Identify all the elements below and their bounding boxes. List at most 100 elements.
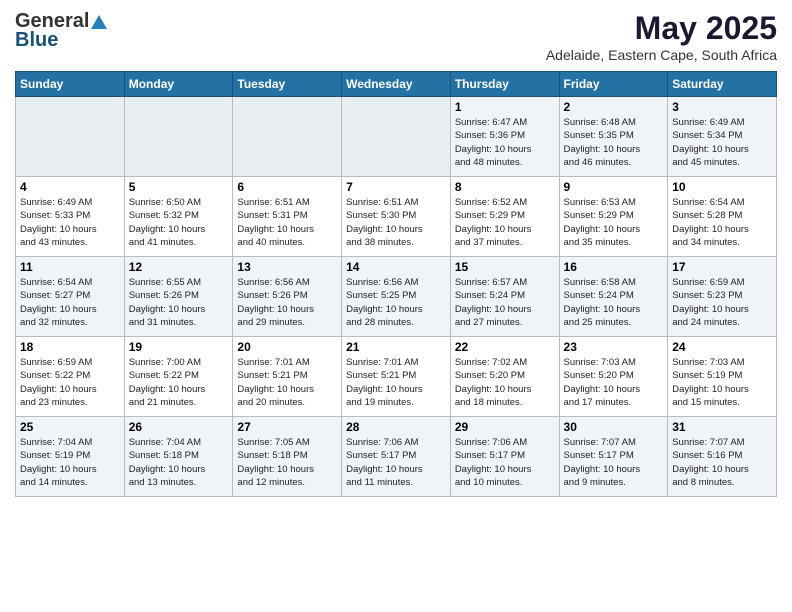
day-info: Sunrise: 6:56 AM Sunset: 5:25 PM Dayligh… (346, 276, 446, 329)
calendar-subtitle: Adelaide, Eastern Cape, South Africa (546, 47, 777, 63)
weekday-header-sunday: Sunday (16, 72, 125, 97)
calendar-cell: 10Sunrise: 6:54 AM Sunset: 5:28 PM Dayli… (668, 177, 777, 257)
calendar-week-row: 4Sunrise: 6:49 AM Sunset: 5:33 PM Daylig… (16, 177, 777, 257)
calendar-cell: 11 Sunrise: 6:54 AM Sunset: 5:27 PM Dayli… (16, 257, 125, 337)
day-number: 24 (672, 340, 772, 354)
calendar-cell: 21 Sunrise: 7:01 AM Sunset: 5:21 PM Dayli… (342, 337, 451, 417)
day-info: Sunrise: 6:56 AM Sunset: 5:26 PM Dayligh… (237, 276, 337, 329)
day-number: 18 (20, 340, 120, 354)
calendar-cell: 23Sunrise: 7:03 AM Sunset: 5:20 PM Dayli… (559, 337, 668, 417)
calendar-cell: 12 Sunrise: 6:55 AM Sunset: 5:26 PM Dayli… (124, 257, 233, 337)
calendar-cell (124, 97, 233, 177)
weekday-header-friday: Friday (559, 72, 668, 97)
weekday-header-tuesday: Tuesday (233, 72, 342, 97)
calendar-cell: 15 Sunrise: 6:57 AM Sunset: 5:24 PM Dayli… (450, 257, 559, 337)
calendar-week-row: 11 Sunrise: 6:54 AM Sunset: 5:27 PM Dayli… (16, 257, 777, 337)
day-info: Sunrise: 7:06 AM Sunset: 5:17 PM Dayligh… (455, 436, 555, 489)
day-info: Sunrise: 6:47 AM Sunset: 5:36 PM Dayligh… (455, 116, 555, 169)
day-info: Sunrise: 6:55 AM Sunset: 5:26 PM Dayligh… (129, 276, 229, 329)
day-number: 15 (455, 260, 555, 274)
day-number: 27 (237, 420, 337, 434)
weekday-header-wednesday: Wednesday (342, 72, 451, 97)
day-info: Sunrise: 7:00 AM Sunset: 5:22 PM Dayligh… (129, 356, 229, 409)
calendar-week-row: 18 Sunrise: 6:59 AM Sunset: 5:22 PM Dayli… (16, 337, 777, 417)
calendar-week-row: 1 Sunrise: 6:47 AM Sunset: 5:36 PM Daylig… (16, 97, 777, 177)
day-info: Sunrise: 7:01 AM Sunset: 5:21 PM Dayligh… (346, 356, 446, 409)
day-info: Sunrise: 6:59 AM Sunset: 5:23 PM Dayligh… (672, 276, 772, 329)
page-header: General Blue May 2025 Adelaide, Eastern … (15, 10, 777, 63)
day-number: 5 (129, 180, 229, 194)
logo-blue: Blue (15, 29, 58, 52)
calendar-cell: 31 Sunrise: 7:07 AM Sunset: 5:16 PM Dayli… (668, 417, 777, 497)
day-info: Sunrise: 6:52 AM Sunset: 5:29 PM Dayligh… (455, 196, 555, 249)
day-info: Sunrise: 6:51 AM Sunset: 5:30 PM Dayligh… (346, 196, 446, 249)
weekday-header-monday: Monday (124, 72, 233, 97)
day-info: Sunrise: 6:50 AM Sunset: 5:32 PM Dayligh… (129, 196, 229, 249)
calendar-cell: 28 Sunrise: 7:06 AM Sunset: 5:17 PM Dayli… (342, 417, 451, 497)
day-info: Sunrise: 7:03 AM Sunset: 5:19 PM Dayligh… (672, 356, 772, 409)
calendar-table: SundayMondayTuesdayWednesdayThursdayFrid… (15, 71, 777, 497)
calendar-cell: 14 Sunrise: 6:56 AM Sunset: 5:25 PM Dayli… (342, 257, 451, 337)
day-number: 1 (455, 100, 555, 114)
calendar-week-row: 25Sunrise: 7:04 AM Sunset: 5:19 PM Dayli… (16, 417, 777, 497)
day-number: 21 (346, 340, 446, 354)
day-number: 3 (672, 100, 772, 114)
day-number: 16 (564, 260, 664, 274)
day-number: 19 (129, 340, 229, 354)
day-number: 14 (346, 260, 446, 274)
calendar-cell (342, 97, 451, 177)
day-number: 10 (672, 180, 772, 194)
day-info: Sunrise: 7:06 AM Sunset: 5:17 PM Dayligh… (346, 436, 446, 489)
logo-triangle-icon (90, 13, 108, 31)
day-info: Sunrise: 6:49 AM Sunset: 5:34 PM Dayligh… (672, 116, 772, 169)
day-number: 7 (346, 180, 446, 194)
title-area: May 2025 Adelaide, Eastern Cape, South A… (546, 10, 777, 63)
day-info: Sunrise: 7:01 AM Sunset: 5:21 PM Dayligh… (237, 356, 337, 409)
day-info: Sunrise: 6:59 AM Sunset: 5:22 PM Dayligh… (20, 356, 120, 409)
day-info: Sunrise: 6:54 AM Sunset: 5:27 PM Dayligh… (20, 276, 120, 329)
calendar-cell: 1 Sunrise: 6:47 AM Sunset: 5:36 PM Daylig… (450, 97, 559, 177)
day-info: Sunrise: 7:07 AM Sunset: 5:16 PM Dayligh… (672, 436, 772, 489)
weekday-header-row: SundayMondayTuesdayWednesdayThursdayFrid… (16, 72, 777, 97)
calendar-cell: 2Sunrise: 6:48 AM Sunset: 5:35 PM Daylig… (559, 97, 668, 177)
weekday-header-saturday: Saturday (668, 72, 777, 97)
day-number: 25 (20, 420, 120, 434)
day-number: 23 (564, 340, 664, 354)
logo: General Blue (15, 10, 109, 52)
calendar-cell: 17 Sunrise: 6:59 AM Sunset: 5:23 PM Dayli… (668, 257, 777, 337)
day-info: Sunrise: 7:07 AM Sunset: 5:17 PM Dayligh… (564, 436, 664, 489)
calendar-title: May 2025 (546, 10, 777, 47)
day-number: 12 (129, 260, 229, 274)
calendar-cell: 3 Sunrise: 6:49 AM Sunset: 5:34 PM Daylig… (668, 97, 777, 177)
day-number: 30 (564, 420, 664, 434)
calendar-cell: 13 Sunrise: 6:56 AM Sunset: 5:26 PM Dayli… (233, 257, 342, 337)
day-number: 31 (672, 420, 772, 434)
calendar-cell: 27Sunrise: 7:05 AM Sunset: 5:18 PM Dayli… (233, 417, 342, 497)
day-info: Sunrise: 6:53 AM Sunset: 5:29 PM Dayligh… (564, 196, 664, 249)
calendar-cell: 20 Sunrise: 7:01 AM Sunset: 5:21 PM Dayli… (233, 337, 342, 417)
day-info: Sunrise: 6:58 AM Sunset: 5:24 PM Dayligh… (564, 276, 664, 329)
day-number: 22 (455, 340, 555, 354)
day-info: Sunrise: 7:04 AM Sunset: 5:18 PM Dayligh… (129, 436, 229, 489)
day-number: 13 (237, 260, 337, 274)
calendar-cell: 5 Sunrise: 6:50 AM Sunset: 5:32 PM Daylig… (124, 177, 233, 257)
calendar-cell (16, 97, 125, 177)
calendar-cell: 25Sunrise: 7:04 AM Sunset: 5:19 PM Dayli… (16, 417, 125, 497)
calendar-cell: 8Sunrise: 6:52 AM Sunset: 5:29 PM Daylig… (450, 177, 559, 257)
day-info: Sunrise: 6:57 AM Sunset: 5:24 PM Dayligh… (455, 276, 555, 329)
day-number: 29 (455, 420, 555, 434)
calendar-cell: 9 Sunrise: 6:53 AM Sunset: 5:29 PM Daylig… (559, 177, 668, 257)
day-number: 20 (237, 340, 337, 354)
day-number: 28 (346, 420, 446, 434)
day-number: 9 (564, 180, 664, 194)
calendar-cell: 6Sunrise: 6:51 AM Sunset: 5:31 PM Daylig… (233, 177, 342, 257)
day-number: 2 (564, 100, 664, 114)
day-number: 17 (672, 260, 772, 274)
calendar-cell: 19 Sunrise: 7:00 AM Sunset: 5:22 PM Dayli… (124, 337, 233, 417)
calendar-cell (233, 97, 342, 177)
day-number: 11 (20, 260, 120, 274)
day-info: Sunrise: 6:51 AM Sunset: 5:31 PM Dayligh… (237, 196, 337, 249)
calendar-cell: 16 Sunrise: 6:58 AM Sunset: 5:24 PM Dayli… (559, 257, 668, 337)
calendar-cell: 22Sunrise: 7:02 AM Sunset: 5:20 PM Dayli… (450, 337, 559, 417)
calendar-cell: 26Sunrise: 7:04 AM Sunset: 5:18 PM Dayli… (124, 417, 233, 497)
